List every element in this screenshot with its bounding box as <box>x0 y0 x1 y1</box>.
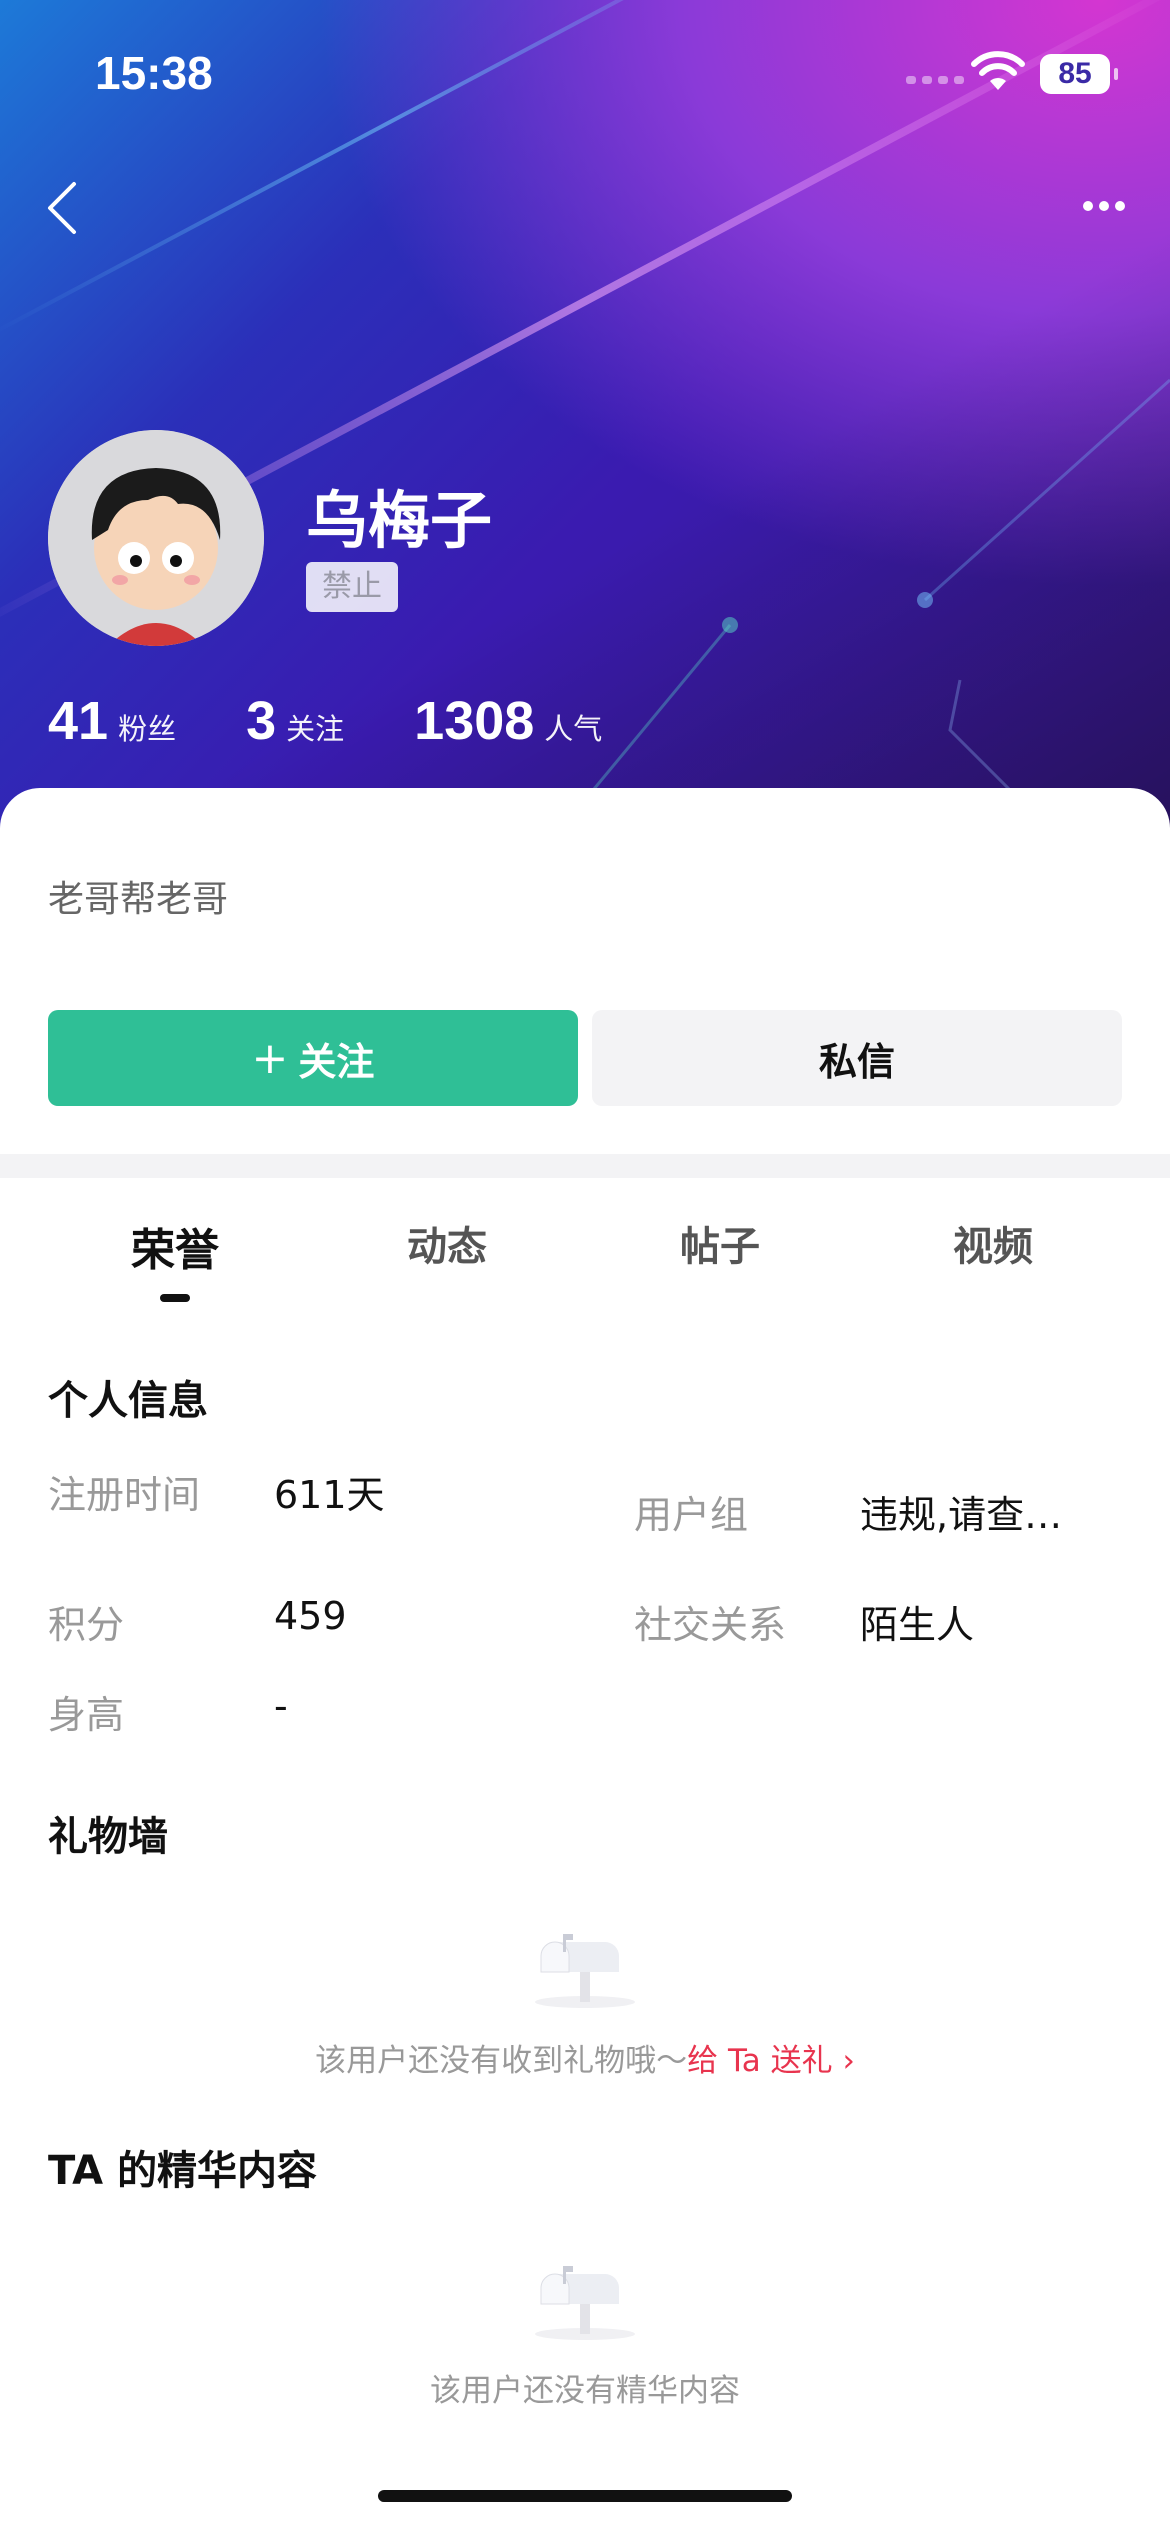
featured-empty-message: 该用户还没有精华内容 <box>430 2373 740 2409</box>
send-gift-link-label: 给 Ta 送礼 <box>687 2043 833 2079</box>
info-value-user-group[interactable]: 违规,请查… <box>860 1484 1090 1539</box>
chevron-right-icon: › <box>842 2043 855 2079</box>
stat-fans[interactable]: 41 粉丝 <box>48 690 176 752</box>
profile-stats: 41 粉丝 3 关注 1308 人气 <box>48 690 602 752</box>
avatar-illustration <box>48 430 264 646</box>
stat-label: 粉丝 <box>118 712 177 746</box>
section-title-featured: TA 的精华内容 <box>48 2148 318 2194</box>
stat-number: 1308 <box>414 691 535 751</box>
tab-videos[interactable]: 视频 <box>893 1214 1093 1272</box>
stat-following[interactable]: 3 关注 <box>246 690 344 752</box>
status-time: 15:38 <box>95 47 213 99</box>
message-button-label: 私信 <box>818 1039 895 1084</box>
tab-activity[interactable]: 动态 <box>347 1214 547 1272</box>
stat-number: 3 <box>246 691 277 751</box>
message-button[interactable]: 私信 <box>592 1010 1122 1106</box>
stat-number: 41 <box>48 691 109 751</box>
stat-popularity: 1308 人气 <box>414 690 602 752</box>
section-title-personal-info: 个人信息 <box>48 1378 208 1424</box>
tab-honor[interactable]: 荣誉 <box>75 1214 275 1278</box>
section-title-gift-wall: 礼物墙 <box>48 1814 168 1860</box>
stat-label: 关注 <box>286 712 345 746</box>
info-value-register-time: 611天 <box>274 1473 385 1517</box>
info-value-height: - <box>274 1684 288 1728</box>
follow-button[interactable]: + 关注 <box>48 1010 578 1106</box>
status-badge: 禁止 <box>306 562 398 612</box>
active-tab-indicator <box>160 1294 190 1302</box>
info-value-social: 陌生人 <box>860 1603 975 1647</box>
profile-username: 乌梅子 <box>306 484 493 557</box>
back-arrow-icon[interactable] <box>36 178 96 238</box>
info-label-register-time: 注册时间 <box>48 1473 201 1517</box>
more-options-icon[interactable] <box>1078 186 1138 226</box>
tab-posts[interactable]: 帖子 <box>620 1214 820 1272</box>
info-label-points: 积分 <box>48 1603 125 1647</box>
gift-wall-empty-message: 该用户还没有收到礼物哦～给 Ta 送礼 › <box>0 2035 1170 2080</box>
send-gift-link[interactable]: 给 Ta 送礼 › <box>687 2043 855 2079</box>
follow-button-label: 关注 <box>298 1039 375 1084</box>
info-label-social: 社交关系 <box>634 1603 787 1647</box>
status-bar: 15:38 85 <box>0 0 1170 140</box>
plus-icon: + <box>251 1032 289 1084</box>
gift-wall-empty-text: 该用户还没有收到礼物哦～ <box>315 2043 688 2079</box>
profile-bio: 老哥帮老哥 <box>48 879 229 920</box>
info-value-points: 459 <box>274 1594 347 1638</box>
empty-mailbox-icon <box>535 1934 635 2008</box>
avatar[interactable] <box>48 430 264 646</box>
profile-tabs: 荣誉 动态 帖子 视频 <box>0 1214 1170 1294</box>
empty-mailbox-icon <box>535 2266 635 2340</box>
battery-indicator: 85 <box>1040 54 1118 94</box>
wifi-icon <box>971 51 1025 90</box>
stat-label: 人气 <box>544 712 603 746</box>
info-label-user-group: 用户组 <box>634 1493 749 1537</box>
home-indicator <box>378 2490 792 2502</box>
cellular-signal-icon <box>906 76 964 84</box>
section-divider <box>0 1154 1170 1178</box>
info-label-height: 身高 <box>48 1693 125 1737</box>
